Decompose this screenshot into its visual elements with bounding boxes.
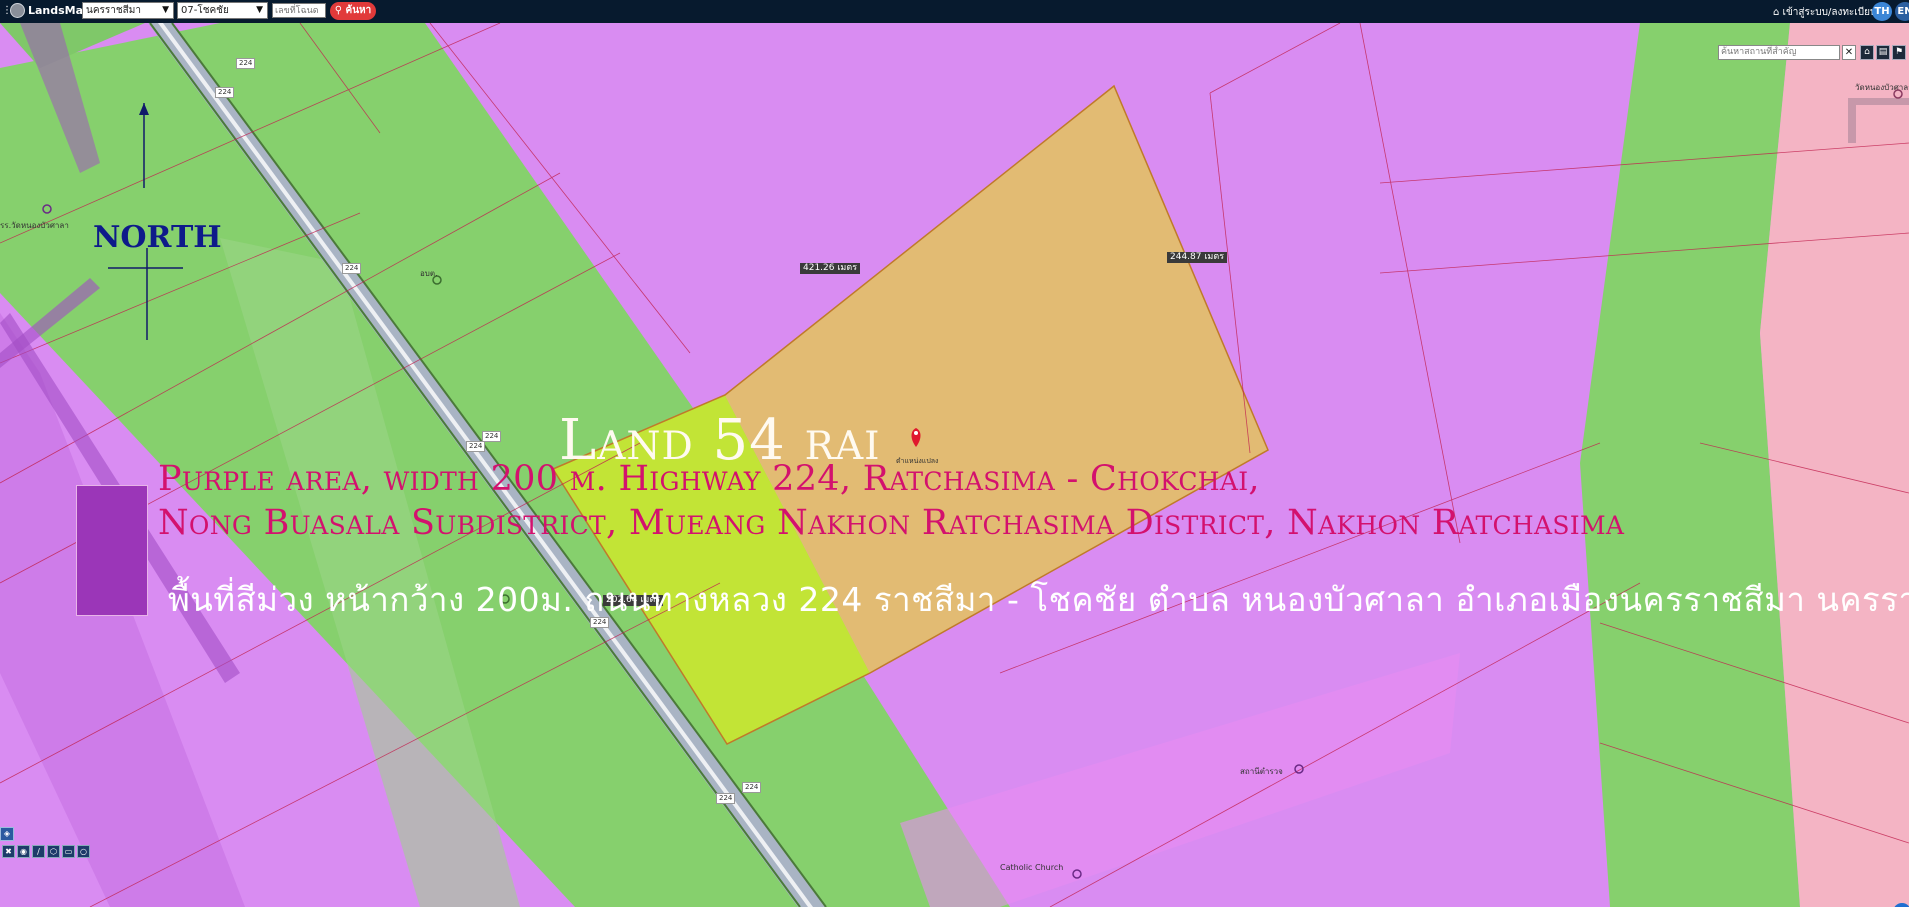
measurement-north: 421.26 เมตร <box>800 263 861 274</box>
chevron-down-icon: ▼ <box>162 5 169 15</box>
poi-label: Catholic Church <box>1000 863 1064 872</box>
lock-icon: ⌂ <box>1773 7 1780 18</box>
poi-label: อบต. <box>420 269 438 278</box>
description-th: พื้นที่สีม่วง หน้ากว้าง 200ม. ถนนทางหลวง… <box>168 580 1909 619</box>
parcel-number-input[interactable] <box>272 3 326 18</box>
road-label: 224 <box>236 58 256 69</box>
login-link-label: เข้าสู่ระบบ/ลงทะเบียน <box>1782 7 1877 18</box>
purple-legend-swatch <box>76 485 148 616</box>
district-select[interactable]: 07-โชคชัย ▼ <box>177 2 268 19</box>
clear-search-button[interactable]: ✕ <box>1842 45 1856 60</box>
north-label: NORTH <box>93 220 222 255</box>
home-icon[interactable]: ⌂ <box>1860 45 1874 60</box>
poi-label: วัดหนองบัวศาลา <box>1855 83 1909 92</box>
road-label: 224 <box>742 782 762 793</box>
close-tool-icon[interactable]: ✖ <box>2 845 15 858</box>
road-label: 224 <box>466 441 486 452</box>
polygon-tool-icon[interactable]: ⬡ <box>47 845 60 858</box>
poi-label: รร.วัดหนองบัวศาลา <box>0 221 69 230</box>
road-label: 224 <box>342 263 362 274</box>
district-select-value: 07-โชคชัย <box>181 5 229 16</box>
chevron-down-icon: ▼ <box>256 5 263 15</box>
measurement-east: 244.87 เมตร <box>1167 252 1228 263</box>
description-en-line1: Purple area, width 200 m. Highway 224, R… <box>158 459 1260 499</box>
top-bar: ⋮ LandsMaps นครราชสีมา ▼ 07-โชคชัย ▼ ⚲ ค… <box>0 0 1909 23</box>
lang-en-button[interactable]: EN <box>1895 2 1909 21</box>
line-tool-icon[interactable]: ∕ <box>32 845 45 858</box>
layers-icon[interactable]: ◈ <box>0 827 14 841</box>
keyboard-icon[interactable]: ▤ <box>1876 45 1890 60</box>
marker-tool-icon[interactable]: ◉ <box>17 845 30 858</box>
search-button-label: ค้นหา <box>345 5 372 16</box>
rectangle-tool-icon[interactable]: ▭ <box>62 845 75 858</box>
lang-th-button[interactable]: TH <box>1872 2 1892 21</box>
circle-tool-icon[interactable]: ○ <box>77 845 90 858</box>
map-canvas[interactable]: ค้นหาสถานที่สำคัญ ✕ ⌂ ▤ ⚑ 421.26 เมตร 24… <box>0 23 1909 907</box>
road-label: 224 <box>716 793 736 804</box>
place-search-input[interactable]: ค้นหาสถานที่สำคัญ <box>1718 45 1840 60</box>
search-button[interactable]: ⚲ ค้นหา <box>330 2 376 20</box>
road-label: 224 <box>215 87 235 98</box>
login-link[interactable]: ⌂ เข้าสู่ระบบ/ลงทะเบียน <box>1773 5 1877 20</box>
poi-label: สถานีตำรวจ <box>1240 767 1283 776</box>
province-select[interactable]: นครราชสีมา ▼ <box>82 2 174 19</box>
search-icon: ⚲ <box>334 5 343 16</box>
province-select-value: นครราชสีมา <box>86 5 141 16</box>
description-en-line2: Nong Buasala Subdistrict, Mueang Nakhon … <box>158 503 1625 543</box>
logo-icon <box>10 3 25 18</box>
flag-icon[interactable]: ⚑ <box>1892 45 1906 60</box>
menu-icon[interactable]: ⋮ <box>2 4 12 18</box>
